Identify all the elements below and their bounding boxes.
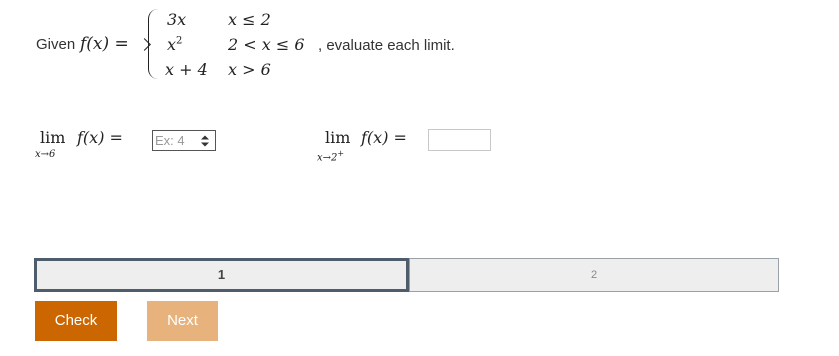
instruction-text: , evaluate each limit. [318,37,455,54]
function-name: f(x) = [80,34,129,54]
case-2-expression: x2 [167,35,182,54]
limit-1-placeholder: Ex: 4 [155,133,185,148]
progress-tab-2[interactable]: 2 [409,258,779,292]
limit-2-function: f(x) = [361,128,407,147]
limit-1-subscript: x→6 [35,149,56,160]
limit-2-lim: lim [325,128,351,147]
limit-1-lim: lim [40,128,66,147]
case-1-condition: x ≤ 2 [228,10,271,29]
limit-1-answer-input[interactable]: Ex: 4 [152,130,216,151]
limit-2-answer-input[interactable] [428,129,491,151]
case-1-expression: 3x [167,10,187,29]
case-2-condition: 2 < x ≤ 6 [228,35,305,54]
limit-2-subscript-sup: + [337,149,345,158]
limit-1-function: f(x) = [77,128,123,147]
limit-2-subscript-base: x→2 [317,152,338,164]
case-3-condition: x > 6 [228,60,271,79]
case-3-expression: x + 4 [165,60,208,79]
progress-tab-1[interactable]: 1 [34,258,409,292]
spinner-arrows-icon[interactable] [200,134,210,148]
limit-2-subscript: x→2+ [317,149,344,163]
check-button[interactable]: Check [35,301,117,341]
case-2-exponent: 2 [176,35,183,47]
next-button[interactable]: Next [147,301,218,341]
case-2-base: x [167,35,177,54]
given-label: Given [36,36,76,53]
